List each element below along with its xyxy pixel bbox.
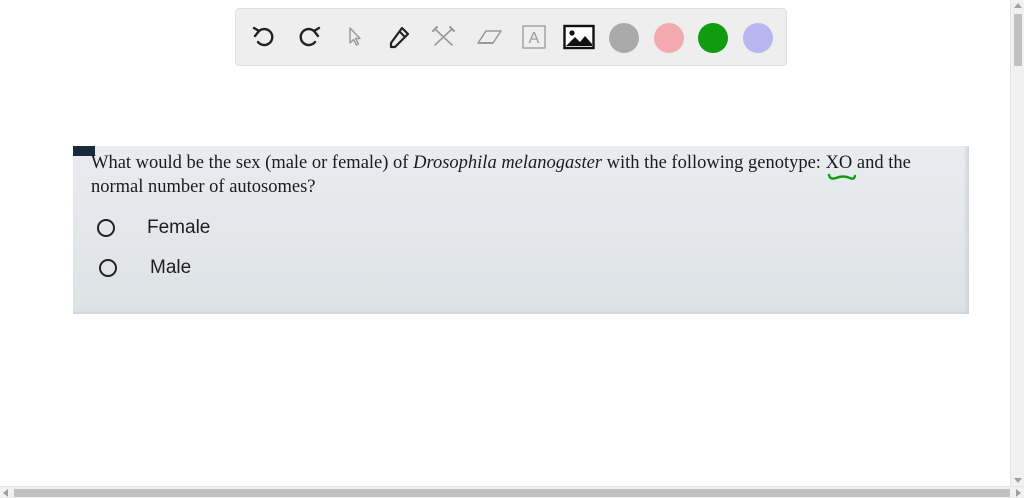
horizontal-scrollbar[interactable] [0,486,1024,498]
genotype-annotated: XO [826,151,856,180]
color-swatch-pink[interactable] [654,23,684,53]
select-pointer-icon [349,27,361,46]
tools-button[interactable] [428,21,460,53]
eraser-icon [477,30,502,44]
green-underline-annotation [827,173,856,180]
text-button[interactable]: A [518,21,550,53]
tools-icon [432,26,455,46]
undo-button[interactable] [248,21,280,53]
radio-female[interactable] [97,219,115,237]
color-swatch-lavender[interactable] [743,23,773,53]
option-female[interactable]: Female [97,214,210,242]
image-icon [563,24,595,50]
vertical-scrollbar[interactable] [1010,0,1024,486]
color-swatch-green[interactable] [698,23,728,53]
vertical-scroll-thumb[interactable] [1014,14,1022,66]
option-male-label: Male [150,257,192,278]
horizontal-scroll-thumb[interactable] [14,489,1010,497]
scroll-up-arrow-icon[interactable] [1014,3,1022,8]
drawing-toolbar: A [235,8,787,66]
radio-male[interactable] [99,259,117,277]
select-button[interactable] [339,21,371,53]
pen-button[interactable] [383,21,415,53]
eraser-button[interactable] [473,21,505,53]
scroll-left-arrow-icon[interactable] [3,489,8,497]
redo-button[interactable] [293,21,325,53]
color-swatch-gray[interactable] [609,23,639,53]
image-button[interactable] [563,21,595,53]
pen-icon [389,26,410,49]
redo-icon [299,26,321,47]
text-icon: A [522,25,546,49]
svg-text:A: A [529,30,540,47]
scroll-right-arrow-icon[interactable] [1016,489,1021,497]
species-name: Drosophila melanogaster [413,153,603,173]
option-female-label: Female [147,217,211,238]
undo-icon [252,26,274,47]
scroll-down-arrow-icon[interactable] [1014,478,1022,483]
question-text: What would be the sex (male or female) o… [91,151,911,197]
question-card: What would be the sex (male or female) o… [73,146,969,314]
option-male[interactable]: Male [97,254,191,282]
